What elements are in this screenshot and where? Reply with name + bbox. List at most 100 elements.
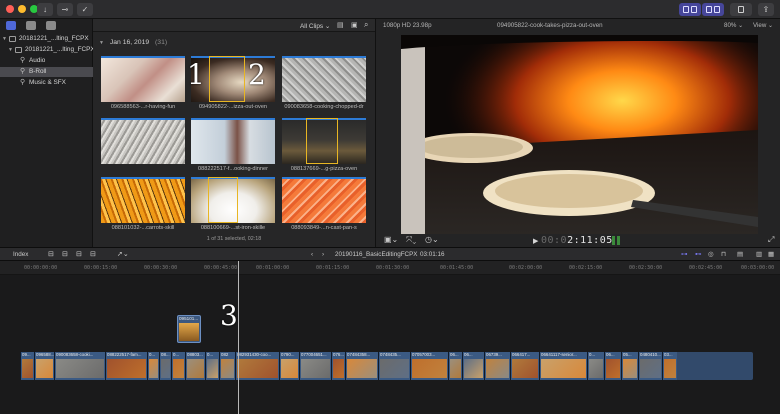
ruler-tick: 00:00:30:00 <box>144 265 178 271</box>
disclosure-triangle-icon[interactable]: ▼ <box>99 40 104 46</box>
share-button[interactable]: ⇪ <box>758 3 774 16</box>
kitchen-thumb <box>191 118 275 164</box>
sidebar-item-b-roll[interactable]: ⚲ B-Roll <box>0 67 93 77</box>
timeline-clip[interactable]: 06739... <box>484 352 510 380</box>
timeline-clip[interactable]: 05... <box>621 352 638 380</box>
keyword-icon: ⚲ <box>20 68 26 75</box>
timeline-clip[interactable]: 0... <box>171 352 185 380</box>
solo-icon[interactable]: ◎ <box>708 248 714 262</box>
timeline-clip[interactable]: 08803... <box>185 352 205 380</box>
filmstrip-view-icon[interactable]: ▣ <box>351 21 358 29</box>
index-button[interactable]: Index <box>13 248 28 262</box>
timeline-clip[interactable]: 0790... <box>279 352 299 380</box>
sidebar-item-library[interactable]: ▼ 20181221_...lting_FCPX <box>0 34 93 44</box>
overwrite-clip-icon[interactable]: ⊟ <box>90 248 96 262</box>
timeline-clip[interactable]: 0748435... <box>378 352 410 380</box>
timeline-area[interactable] <box>0 275 780 414</box>
sidebar-item-label: Audio <box>29 57 46 64</box>
project-name[interactable]: 20190116_BasicEditingFCPX <box>335 248 418 262</box>
zoom-popup[interactable]: 80% ⌄ <box>724 19 743 32</box>
timeline-clip[interactable]: 06... <box>462 352 484 380</box>
sidebar-item-music-sfx[interactable]: ⚲ Music & SFX <box>0 78 93 88</box>
browser-clip[interactable]: 088101032-...carrots-skill <box>101 177 185 239</box>
playhead[interactable] <box>238 261 239 414</box>
workspace-inspector-button[interactable] <box>730 3 752 16</box>
timeline-clip[interactable]: 06... <box>448 352 462 380</box>
browser-clip[interactable] <box>101 118 185 180</box>
timeline-clip[interactable]: 088222517-fam... <box>105 352 147 380</box>
timeline-clip[interactable]: 0... <box>587 352 604 380</box>
workspace-libraries-button[interactable] <box>679 3 701 16</box>
timeline-clip[interactable]: 077004651... <box>299 352 331 380</box>
sidebar-item-event[interactable]: ▼ 20181221_...lting_FCPX <box>0 45 93 55</box>
video-frame[interactable] <box>401 35 758 234</box>
timeline-clip[interactable]: 066417... <box>510 352 539 380</box>
snapping-icon[interactable]: ⊓ <box>721 248 726 262</box>
clip-appearance-icon[interactable]: ▤ <box>737 248 743 262</box>
callout-number: 3 <box>220 299 238 332</box>
timeline-clip[interactable]: 082 <box>219 352 235 380</box>
effects-browser-icon[interactable]: ▥ <box>756 248 762 262</box>
audio-skimming-icon[interactable]: ⊷ <box>695 248 701 262</box>
history-forward-icon[interactable]: › <box>322 248 324 262</box>
timeline-clip[interactable]: 0... <box>147 352 159 380</box>
timeline-clip[interactable]: 076... <box>331 352 345 380</box>
disclosure-triangle-icon[interactable]: ▼ <box>8 45 13 55</box>
skimming-icon[interactable]: ⊶ <box>681 248 687 262</box>
timeline-ruler[interactable]: 00:00:00:00 00:00:15:00 00:00:30:00 00:0… <box>0 261 780 275</box>
timeline-clip[interactable]: 06... <box>604 352 621 380</box>
timeline-clip[interactable]: 09... <box>20 352 34 380</box>
append-clip-icon[interactable]: ⊟ <box>76 248 82 262</box>
fullscreen-icon[interactable]: ⤢ <box>768 235 774 245</box>
close-window-button[interactable] <box>6 5 14 13</box>
date-group-header[interactable]: ▼ Jan 16, 2019 (31) <box>99 39 167 46</box>
transform-tools-icon[interactable]: ⤧⌄ <box>406 235 416 245</box>
disclosure-triangle-icon[interactable]: ▼ <box>2 34 7 44</box>
import-button[interactable]: ↓ <box>37 3 53 16</box>
view-options-icon[interactable]: ▣⌄ <box>384 235 398 244</box>
browser-clip[interactable]: 088222517-f...ooking-dinner <box>191 118 275 180</box>
browser-clip[interactable]: 088137669-...g-pizza-oven <box>282 118 366 180</box>
insert-clip-icon[interactable]: ⊟ <box>62 248 68 262</box>
history-back-icon[interactable]: ‹ <box>311 248 313 262</box>
clip-label: 07484358... <box>347 352 371 357</box>
speed-tools-icon[interactable]: ◷⌄ <box>425 235 439 244</box>
timeline-clip[interactable]: 0480410... <box>638 352 662 380</box>
timeline-clip[interactable]: 07057003... <box>410 352 448 380</box>
photos-audio-icon[interactable] <box>26 21 36 30</box>
workspace-timeline-button[interactable] <box>702 3 724 16</box>
audio-meter-icon <box>612 236 615 245</box>
browser-clip[interactable]: 088093849-...n-cast-pan-s <box>282 177 366 239</box>
sidebar-item-audio[interactable]: ⚲ Audio <box>0 56 93 66</box>
timeline-clip[interactable]: 06641117-senior... <box>539 352 587 380</box>
browser-clip[interactable]: 096588563-...r-having-fun <box>101 56 185 118</box>
callout-number: 2 <box>248 58 266 91</box>
libraries-icon[interactable] <box>6 21 16 30</box>
timeline-clip[interactable]: 096588... <box>34 352 54 380</box>
keyword-button[interactable]: ⊸ <box>57 3 73 16</box>
timeline-clip[interactable]: 0... <box>205 352 219 380</box>
clip-filter-popup[interactable]: All Clips ⌄ <box>300 22 330 30</box>
search-icon[interactable]: ⌕ <box>364 20 368 30</box>
browser-clip[interactable]: 088100669-...st-iron-skille <box>191 177 275 239</box>
connect-clip-icon[interactable]: ⊟ <box>48 248 54 262</box>
connected-clip[interactable]: 095101... <box>177 315 201 343</box>
browser-clip[interactable]: 090083658-cooking-chopped-dr <box>282 56 366 118</box>
clip-filmstrip <box>541 359 586 378</box>
timeline-clip[interactable]: 07484358... <box>345 352 378 380</box>
transitions-browser-icon[interactable]: ▦ <box>768 248 774 262</box>
select-tool-icon[interactable]: ➚⌄ <box>117 248 129 262</box>
play-button[interactable]: ▶ <box>533 237 538 245</box>
view-popup[interactable]: View ⌄ <box>753 19 773 32</box>
titles-generators-icon[interactable] <box>46 21 56 30</box>
clip-appearance-icon[interactable]: ▤ <box>337 21 344 29</box>
background-tasks-button[interactable]: ✓ <box>77 3 93 16</box>
timecode-display[interactable]: 00:02:11:05 <box>541 235 613 246</box>
timeline-clip[interactable]: 082931430-coo... <box>235 352 279 380</box>
timeline-clip[interactable]: 03... <box>662 352 677 380</box>
timeline-clip[interactable]: 08... <box>159 352 171 380</box>
panel-icon <box>738 6 744 13</box>
minimize-window-button[interactable] <box>18 5 26 13</box>
timeline-clip[interactable]: 090083658-cooki... <box>54 352 105 380</box>
ruler-tick: 00:00:15:00 <box>84 265 118 271</box>
